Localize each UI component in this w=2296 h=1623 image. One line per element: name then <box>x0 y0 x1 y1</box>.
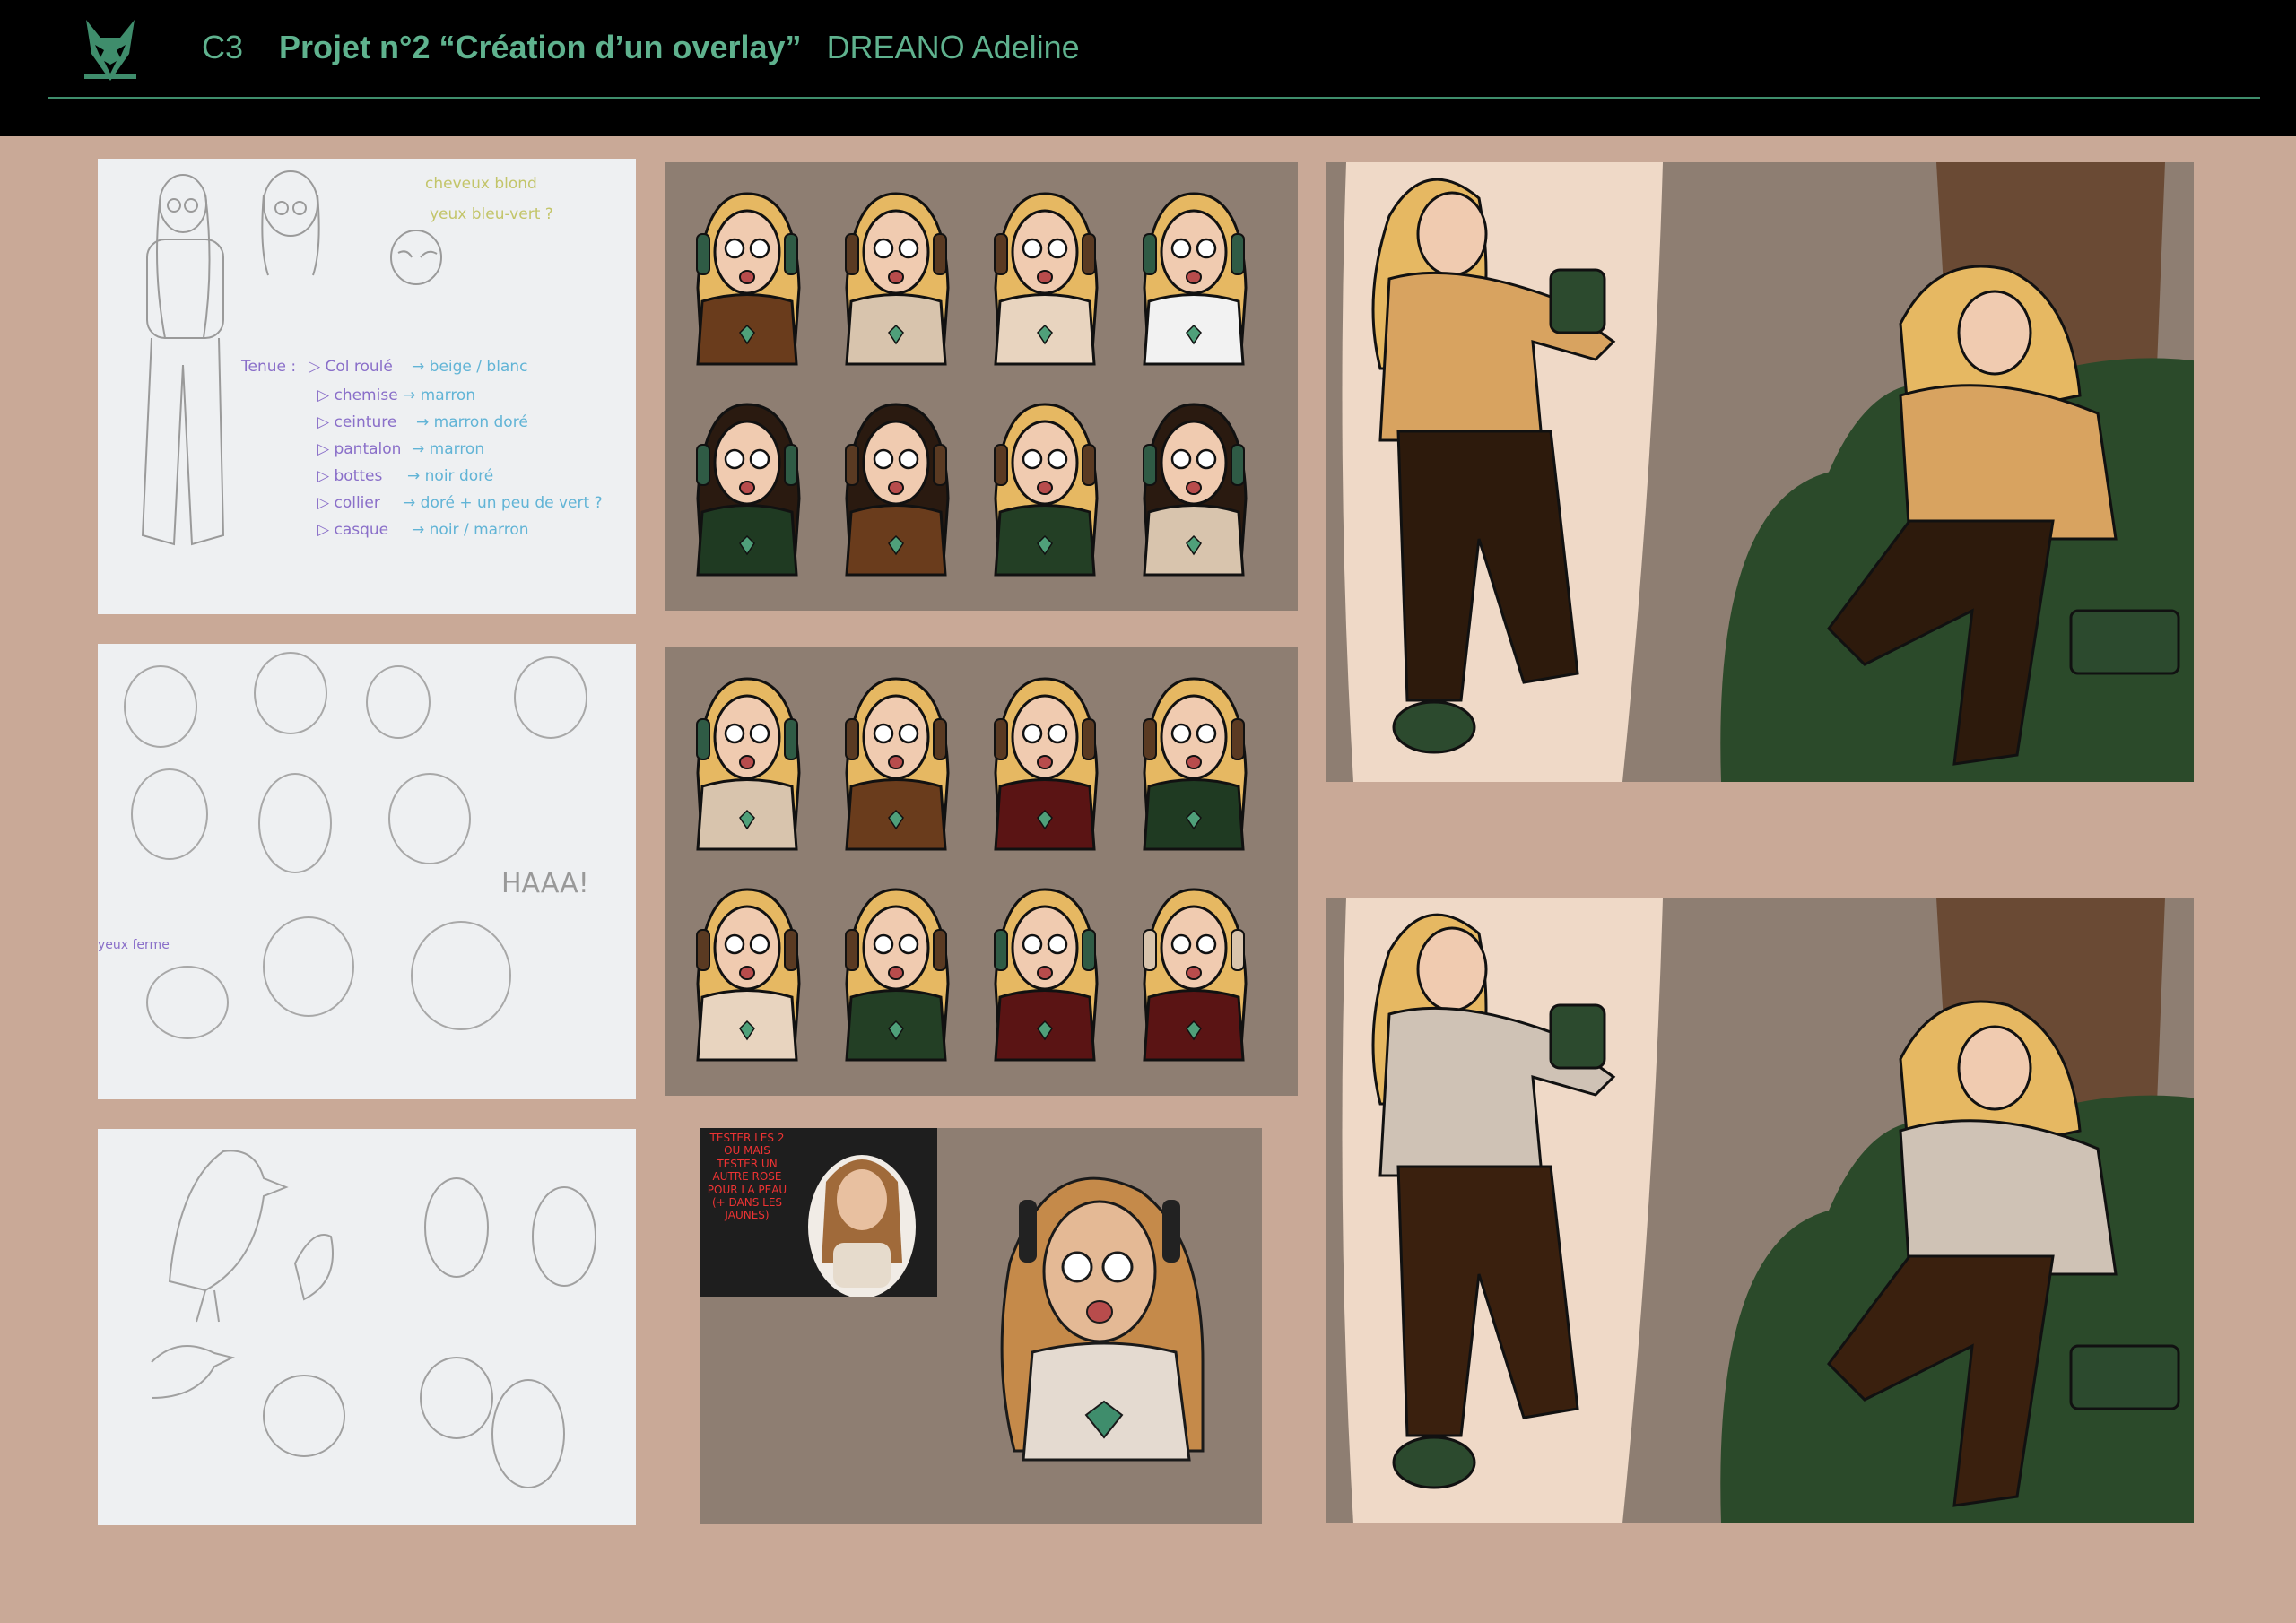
character-bust <box>845 888 950 1062</box>
side-note: yeux ferme <box>98 938 170 952</box>
outfit-color: → noir / marron <box>412 521 529 539</box>
outfit-color: → marron doré <box>416 413 528 431</box>
outfit-heading: Tenue : <box>241 358 297 376</box>
variants-grid <box>696 677 1248 1062</box>
eyes-note: yeux bleu-vert ? <box>430 205 553 223</box>
bird-pencil-sketch <box>151 1150 596 1488</box>
character-bust <box>845 192 950 366</box>
outfit-item: ▷ collier <box>317 494 380 512</box>
character-bust <box>994 192 1099 366</box>
outfit-color: → marron <box>412 440 485 458</box>
character-bust <box>845 403 950 577</box>
outfit-item: ▷ Col roulé <box>309 358 393 376</box>
header-divider <box>48 97 2260 99</box>
outfit-color: → beige / blanc <box>412 358 528 376</box>
final-bust-panel: TESTER LES 2 OU MAIS TESTER UN AUTRE ROS… <box>700 1128 1262 1524</box>
header-bar: C3 Projet n°2 “Création d’un overlay” DR… <box>0 0 2296 136</box>
outfit-item: ▷ bottes <box>317 467 383 485</box>
scene-panel-1 <box>1326 162 2194 782</box>
final-bust-drawing <box>1000 1176 1205 1462</box>
book-icon <box>2069 1344 2180 1410</box>
variants-grid <box>696 192 1248 577</box>
character-bust <box>696 192 801 366</box>
project-title: Projet n°2 “Création d’un overlay” <box>279 29 802 65</box>
character-bust <box>994 888 1099 1062</box>
character-bust <box>696 677 801 851</box>
fox-logo-icon <box>84 20 136 81</box>
outfit-color: → doré + un peu de vert ? <box>403 494 603 512</box>
outfit-item: ▷ pantalon <box>317 440 402 458</box>
outfit-item: ▷ casque <box>317 521 389 539</box>
bird-sketch-panel <box>98 1129 636 1525</box>
character-bust <box>1143 677 1248 851</box>
color-variants-panel-2 <box>665 647 1298 1096</box>
course-code: C3 <box>202 29 244 65</box>
author-name: DREANO Adeline <box>826 29 1080 65</box>
character-bust <box>1143 192 1248 366</box>
outfit-color: → noir doré <box>407 467 494 485</box>
character-bust <box>1143 888 1248 1062</box>
scene-illustration <box>1342 898 2194 1523</box>
character-bust <box>696 888 801 1062</box>
expression-sketch-panel: HAAA! yeux ferme <box>98 644 636 1099</box>
color-variants-panel-1 <box>665 162 1298 611</box>
shout-text: HAAA! <box>501 868 589 899</box>
character-sketch-panel: cheveux blond yeux bleu-vert ? Tenue : ▷… <box>98 159 636 614</box>
outfit-item: ▷ ceinture <box>317 413 397 431</box>
scene-illustration <box>1342 162 2194 782</box>
character-bust <box>1143 403 1248 577</box>
character-bust <box>994 403 1099 577</box>
hair-note: cheveux blond <box>425 175 537 193</box>
outfit-item: ▷ chemise <box>317 386 398 404</box>
outfit-color: → marron <box>403 386 476 404</box>
character-bust <box>845 677 950 851</box>
character-bust <box>994 677 1099 851</box>
character-bust <box>696 403 801 577</box>
scene-panel-2 <box>1326 898 2194 1523</box>
book-icon <box>2069 609 2180 675</box>
